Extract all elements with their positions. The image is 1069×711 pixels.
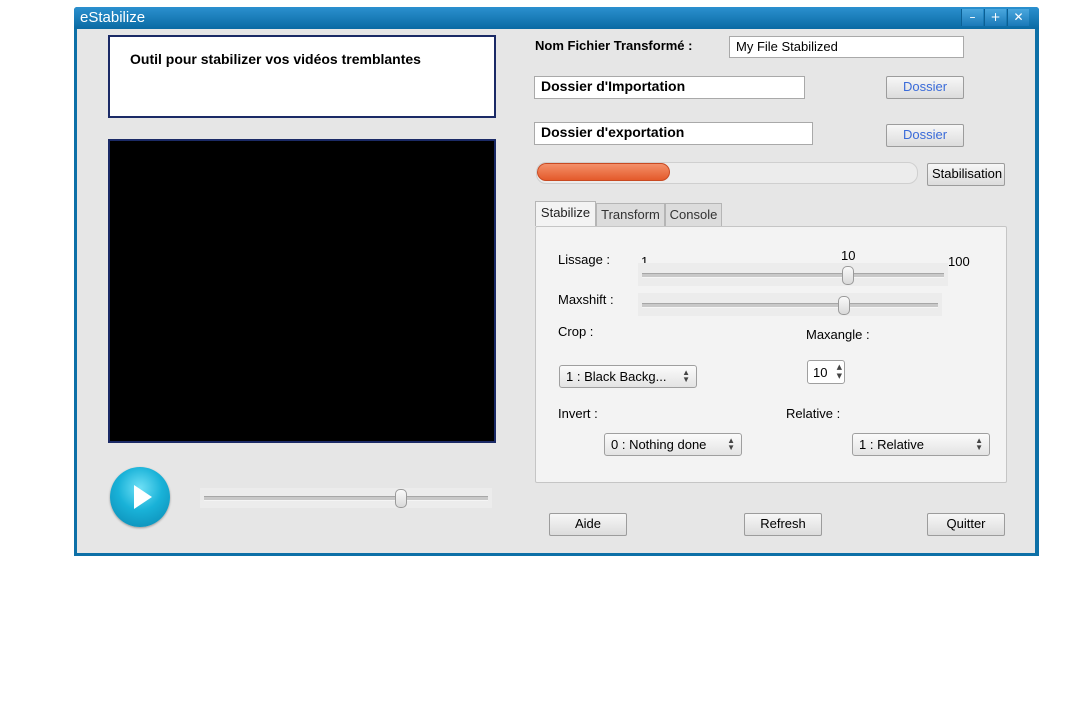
- export-folder-field[interactable]: Dossier d'exportation: [534, 122, 813, 145]
- crop-select-value: 1 : Black Backg...: [566, 369, 667, 384]
- maxangle-label: Maxangle :: [806, 327, 870, 342]
- tab-console[interactable]: Console: [665, 203, 722, 227]
- relative-label: Relative :: [786, 406, 841, 421]
- window-title: eStabilize: [80, 9, 146, 26]
- maxangle-value: 10: [813, 365, 828, 380]
- lissage-slider[interactable]: [638, 263, 948, 286]
- output-name-input[interactable]: My File Stabilized: [729, 36, 964, 58]
- tab-transform[interactable]: Transform: [596, 203, 665, 227]
- maxangle-spinbox[interactable]: 10 ▲ ▼: [807, 360, 845, 384]
- stabilisation-button[interactable]: Stabilisation: [927, 163, 1005, 186]
- seek-groove: [204, 496, 488, 501]
- seek-handle[interactable]: [395, 489, 407, 508]
- invert-select[interactable]: 0 : Nothing done ▲ ▼: [604, 433, 742, 456]
- app-window: eStabilize – + ✕ Outil pour stabilizer v…: [74, 7, 1039, 556]
- lissage-handle[interactable]: [842, 266, 854, 285]
- crop-label: Crop :: [558, 324, 594, 339]
- progress-fill: [537, 163, 670, 181]
- description-box: Outil pour stabilizer vos vidéos trembla…: [108, 35, 496, 118]
- export-folder-button[interactable]: Dossier: [886, 124, 964, 147]
- close-button[interactable]: ✕: [1007, 9, 1029, 26]
- video-preview: [108, 139, 496, 443]
- invert-select-value: 0 : Nothing done: [611, 437, 707, 452]
- maximize-button[interactable]: +: [984, 9, 1006, 26]
- video-seek-slider[interactable]: [200, 488, 492, 508]
- maxshift-handle[interactable]: [838, 296, 850, 315]
- help-button[interactable]: Aide: [549, 513, 627, 536]
- stabilization-progress-bar: [536, 162, 918, 184]
- description-text: Outil pour stabilizer vos vidéos trembla…: [130, 51, 421, 67]
- title-bar[interactable]: eStabilize – + ✕: [74, 7, 1039, 29]
- lissage-value-label: 10: [841, 248, 856, 263]
- maxshift-label: Maxshift :: [558, 292, 614, 307]
- lissage-max-label: 100: [948, 254, 970, 269]
- stabilize-panel: Lissage : 1 10 100 Maxshift : Crop : Max…: [535, 226, 1007, 483]
- output-name-label: Nom Fichier Transformé :: [535, 38, 693, 53]
- relative-select[interactable]: 1 : Relative ▲ ▼: [852, 433, 990, 456]
- lissage-groove: [642, 273, 944, 278]
- spin-arrows-icon[interactable]: ▲ ▼: [837, 363, 842, 381]
- lissage-label: Lissage :: [558, 252, 611, 267]
- chevron-updown-icon: ▲ ▼: [975, 436, 983, 452]
- import-folder-field[interactable]: Dossier d'Importation: [534, 76, 805, 99]
- window-content: Outil pour stabilizer vos vidéos trembla…: [77, 29, 1035, 553]
- relative-select-value: 1 : Relative: [859, 437, 925, 452]
- maxshift-slider[interactable]: [638, 293, 942, 316]
- import-folder-button[interactable]: Dossier: [886, 76, 964, 99]
- crop-select[interactable]: 1 : Black Backg... ▲ ▼: [559, 365, 697, 388]
- tab-stabilize[interactable]: Stabilize: [535, 201, 596, 226]
- quit-button[interactable]: Quitter: [927, 513, 1005, 536]
- minimize-button[interactable]: –: [961, 9, 983, 26]
- refresh-button[interactable]: Refresh: [744, 513, 822, 536]
- play-icon: [134, 485, 152, 509]
- play-button[interactable]: [110, 467, 170, 527]
- chevron-updown-icon: ▲ ▼: [682, 368, 690, 384]
- maxshift-groove: [642, 303, 938, 308]
- chevron-updown-icon: ▲ ▼: [727, 436, 735, 452]
- invert-label: Invert :: [558, 406, 598, 421]
